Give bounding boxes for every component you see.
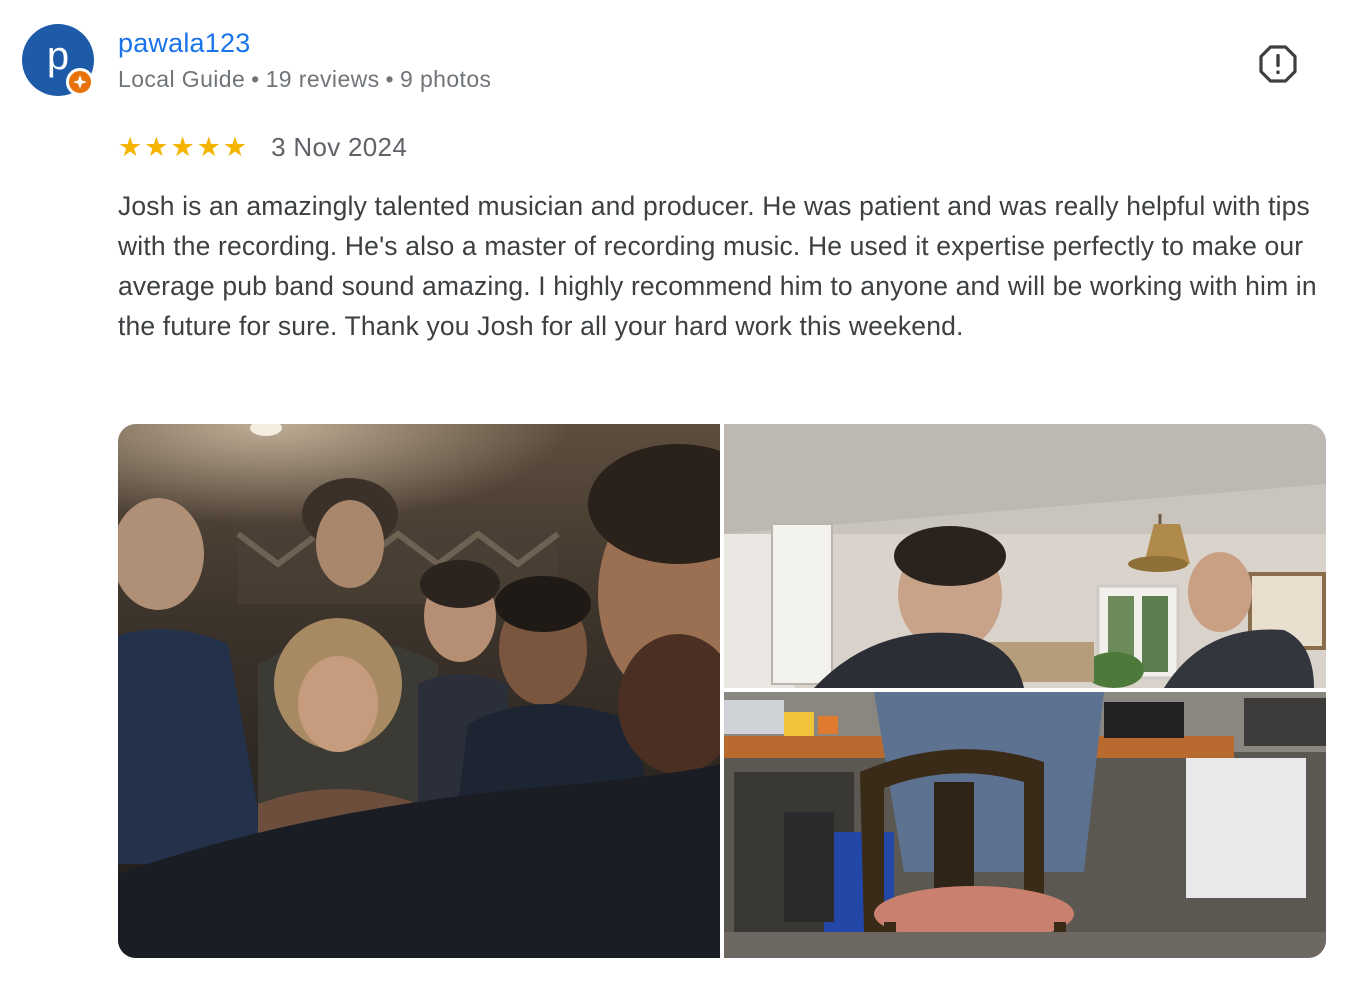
reviewer-name-link[interactable]: pawala123 <box>118 28 250 59</box>
rating-row: ★ ★ ★ ★ ★ 3 Nov 2024 <box>118 130 407 164</box>
star-icon: ★ <box>222 131 248 162</box>
review-photo-desk-chair[interactable] <box>724 692 1326 958</box>
separator-dot: • <box>251 66 260 92</box>
review-count: 19 reviews <box>265 66 380 92</box>
report-flag-icon <box>1259 45 1297 83</box>
star-icon: ★ <box>144 131 169 162</box>
reviewer-meta: Local Guide • 19 reviews • 9 photos <box>118 66 491 93</box>
avatar-letter: p <box>46 34 70 78</box>
review-text: Josh is an amazingly talented musician a… <box>118 191 1317 341</box>
review-photo-group-selfie[interactable] <box>118 424 720 958</box>
review-photo-studio-room[interactable] <box>724 424 1326 688</box>
separator-dot: • <box>385 66 394 92</box>
star-icon: ★ <box>118 131 143 162</box>
report-review-button[interactable] <box>1256 42 1300 86</box>
star-icon: ★ <box>170 131 195 162</box>
star-icon: ★ <box>196 131 221 162</box>
photo-count: 9 photos <box>400 66 492 92</box>
review-date: 3 Nov 2024 <box>271 131 408 162</box>
local-guide-label: Local Guide <box>118 66 246 92</box>
local-guide-star-icon <box>66 68 94 96</box>
review-photos <box>118 424 1326 958</box>
